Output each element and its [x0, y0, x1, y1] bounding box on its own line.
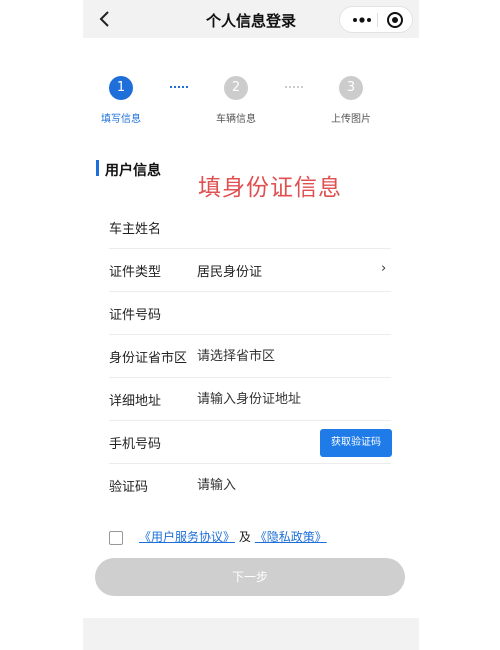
privacy-policy-link[interactable]: 《隐私政策》	[255, 530, 327, 544]
step-3-label: 上传图片	[331, 114, 371, 125]
more-dots-icon[interactable]	[350, 11, 374, 29]
capsule-divider	[377, 13, 378, 27]
code-label: 验证码	[109, 480, 149, 495]
id-number-label: 证件号码	[109, 308, 162, 323]
phone-label: 手机号码	[109, 437, 162, 452]
step-connector-1	[170, 86, 188, 88]
phone-page: 个人信息登录 1 填写信息 2 车辆信息 3 上传图片 用户信息 填身份证信息 …	[83, 0, 419, 650]
agreement-checkbox[interactable]	[109, 531, 123, 545]
address-input[interactable]	[197, 388, 347, 410]
nav-header: 个人信息登录	[83, 0, 419, 38]
step-connector-2	[285, 86, 303, 88]
user-agreement-link[interactable]: 《用户服务协议》	[139, 530, 235, 544]
province-row[interactable]: 身份证省市区	[109, 335, 391, 378]
section-accent-bar	[96, 160, 99, 176]
province-label: 身份证省市区	[109, 351, 188, 366]
right-margin	[419, 0, 500, 650]
id-type-label: 证件类型	[109, 265, 162, 280]
get-code-button[interactable]: 获取验证码	[320, 429, 392, 457]
left-margin	[0, 0, 83, 650]
step-2-circle: 2	[224, 76, 248, 100]
owner-name-input[interactable]	[197, 216, 347, 238]
agreement-text: 《用户服务协议》 及 《隐私政策》	[139, 528, 327, 545]
step-3-circle: 3	[339, 76, 363, 100]
next-step-button[interactable]: 下一步	[95, 558, 405, 596]
section-title: 用户信息	[105, 163, 161, 179]
mini-program-capsule	[339, 6, 413, 33]
bottom-bar	[83, 618, 419, 650]
id-number-input[interactable]	[197, 302, 347, 324]
id-type-row[interactable]: 证件类型 居民身份证 ›	[109, 249, 391, 292]
code-row: 验证码	[109, 464, 391, 507]
agreement-connector: 及	[238, 530, 251, 544]
owner-name-row: 车主姓名	[109, 206, 391, 249]
id-type-value[interactable]: 居民身份证	[197, 261, 262, 280]
overlay-annotation: 填身份证信息	[198, 175, 342, 201]
chevron-right-icon[interactable]: ›	[381, 261, 386, 276]
province-select[interactable]	[197, 345, 347, 367]
step-1-circle: 1	[109, 76, 133, 100]
step-1-label: 填写信息	[101, 114, 141, 125]
code-input[interactable]	[197, 474, 347, 496]
step-2-label: 车辆信息	[216, 114, 256, 125]
owner-name-label: 车主姓名	[109, 222, 162, 237]
id-number-row: 证件号码	[109, 292, 391, 335]
address-label: 详细地址	[109, 394, 162, 409]
address-row: 详细地址	[109, 378, 391, 421]
phone-row: 手机号码 获取验证码	[109, 421, 392, 464]
target-circle-icon[interactable]	[385, 11, 405, 29]
